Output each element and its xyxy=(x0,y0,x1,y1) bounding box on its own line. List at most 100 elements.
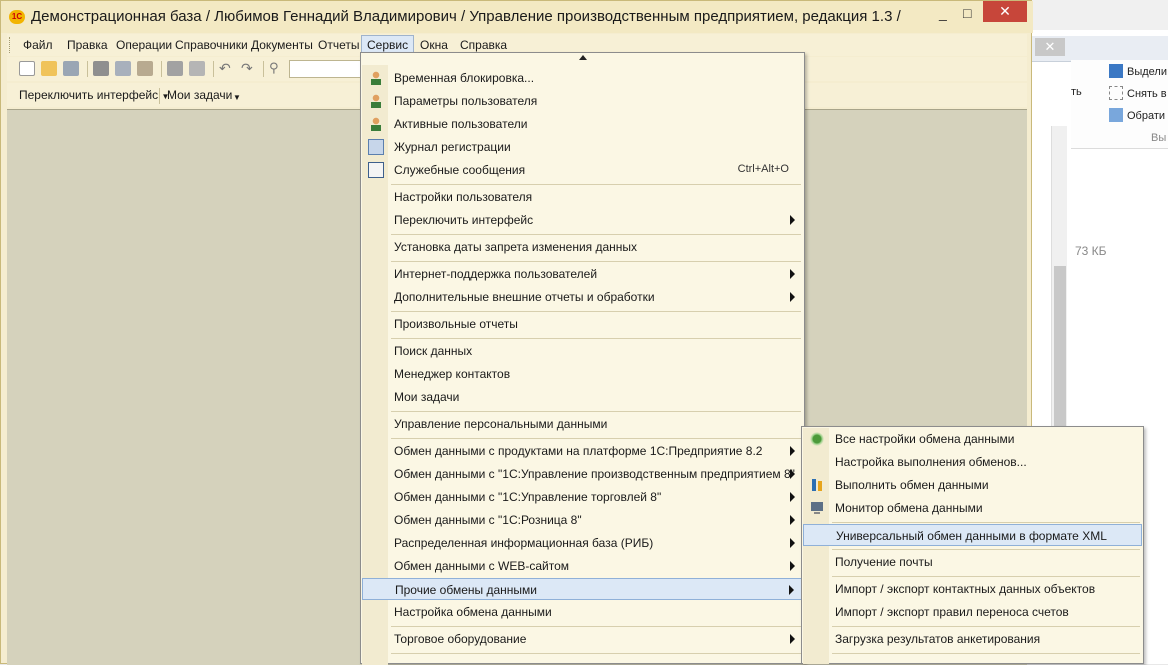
menu-item-custom-reports[interactable]: Произвольные отчеты xyxy=(362,313,803,335)
switch-interface-button[interactable]: Переключить интерфейс ▼ xyxy=(19,88,169,102)
submenu-arrow-icon xyxy=(789,585,794,595)
menu-item-rib[interactable]: Распределенная информационная база (РИБ) xyxy=(362,532,803,554)
menu-item-other-exchanges[interactable]: Прочие обмены данными xyxy=(362,578,803,600)
menu-item-user-settings[interactable]: Настройки пользователя xyxy=(362,186,803,208)
menu-item-exchange-web[interactable]: Обмен данными с WEB-сайтом xyxy=(362,555,803,577)
menu-catalogs[interactable]: Справочники xyxy=(175,38,248,52)
menu-item-external-reports[interactable]: Дополнительные внешние отчеты и обработк… xyxy=(362,286,803,308)
menu-separator xyxy=(832,626,1140,627)
ribbon-group-label: Вы xyxy=(1151,132,1167,144)
menu-separator xyxy=(391,311,801,312)
menu-separator xyxy=(391,338,801,339)
menu-separator xyxy=(391,626,801,627)
menu-item-my-tasks[interactable]: Мои задачи xyxy=(362,386,803,408)
search-icon[interactable]: ⚲ xyxy=(269,61,285,76)
submenu-item-universal-xml[interactable]: Универсальный обмен данными в формате XM… xyxy=(803,524,1142,546)
menu-help[interactable]: Справка xyxy=(460,38,507,52)
menu-item-personal-data[interactable]: Управление персональными данными xyxy=(362,413,803,435)
menu-item-exchange-setup[interactable]: Настройка обмена данными xyxy=(362,601,803,623)
menu-item-exchange-retail[interactable]: Обмен данными с "1С:Розница 8" xyxy=(362,509,803,531)
submenu-arrow-icon xyxy=(790,215,795,225)
toolbar-separator xyxy=(213,61,214,77)
menu-item-active-users[interactable]: Активные пользователи xyxy=(362,113,803,135)
print-icon[interactable] xyxy=(167,61,183,76)
submenu-item-monitor[interactable]: Монитор обмена данными xyxy=(803,497,1142,519)
save-icon[interactable] xyxy=(63,61,79,76)
ribbon-invert-button[interactable]: Обрати xyxy=(1109,108,1165,122)
menu-separator xyxy=(391,411,801,412)
messages-icon xyxy=(368,162,384,178)
my-tasks-button[interactable]: Мои задачи xyxy=(167,88,232,102)
ribbon-select-button[interactable]: Выдели xyxy=(1109,64,1167,78)
monitor-icon xyxy=(809,500,825,516)
run-exchange-icon xyxy=(809,477,825,493)
cut-icon[interactable] xyxy=(93,61,109,76)
submenu-arrow-icon xyxy=(790,538,795,548)
menu-file[interactable]: Файл xyxy=(23,38,53,52)
shortcut-text: Ctrl+Alt+O xyxy=(737,163,789,175)
scroll-up-arrow-icon[interactable] xyxy=(579,55,587,60)
submenu-item-receive-mail[interactable]: Получение почты xyxy=(803,551,1142,573)
1c-logo-icon: 1С xyxy=(9,10,25,24)
ribbon-partial-label: ть xyxy=(1071,86,1082,98)
ribbon-divider xyxy=(1071,148,1168,149)
menu-item-data-search[interactable]: Поиск данных xyxy=(362,340,803,362)
menu-item-event-log[interactable]: Журнал регистрации xyxy=(362,136,803,158)
menu-item-switch-interface[interactable]: Переключить интерфейс xyxy=(362,209,803,231)
menu-windows[interactable]: Окна xyxy=(420,38,448,52)
submenu-arrow-icon xyxy=(790,292,795,302)
background-ribbon: Выдели Снять в Обрати ть Вы xyxy=(1071,60,1168,148)
submenu-item-contacts-import[interactable]: Импорт / экспорт контактных данных объек… xyxy=(803,578,1142,600)
search-input[interactable] xyxy=(289,60,365,78)
menu-separator xyxy=(391,184,801,185)
submenu-item-survey-load[interactable]: Загрузка результатов анкетирования xyxy=(803,628,1142,650)
menu-item-contact-manager[interactable]: Менеджер контактов xyxy=(362,363,803,385)
paste-icon[interactable] xyxy=(137,61,153,76)
user-params-icon xyxy=(368,93,384,109)
toolbar-separator xyxy=(263,61,264,77)
print-preview-icon[interactable] xyxy=(189,61,205,76)
toolbar-separator xyxy=(161,61,162,77)
menu-separator xyxy=(391,261,801,262)
menu-operations[interactable]: Операции xyxy=(116,38,172,52)
ribbon-deselect-button[interactable]: Снять в xyxy=(1109,86,1167,100)
menu-documents[interactable]: Документы xyxy=(251,38,313,52)
menu-item-date-lock[interactable]: Установка даты запрета изменения данных xyxy=(362,236,803,258)
user-lock-icon xyxy=(368,70,384,86)
close-button[interactable]: ✕ xyxy=(983,1,1027,22)
toolbar-separator xyxy=(87,61,88,77)
menu-item-user-params[interactable]: Параметры пользователя xyxy=(362,90,803,112)
menu-edit[interactable]: Правка xyxy=(67,38,108,52)
submenu-arrow-icon xyxy=(790,469,795,479)
menu-item-temp-lock[interactable]: Временная блокировка... xyxy=(362,67,803,89)
submenu-item-all-settings[interactable]: Все настройки обмена данными xyxy=(803,428,1142,450)
submenu-item-accounts-rules[interactable]: Импорт / экспорт правил переноса счетов xyxy=(803,601,1142,623)
redo-icon[interactable]: ↷ xyxy=(241,61,257,76)
submenu-arrow-icon xyxy=(790,561,795,571)
background-close-icon[interactable]: ✕ xyxy=(1035,38,1065,56)
menu-item-service-messages[interactable]: Служебные сообщения Ctrl+Alt+O xyxy=(362,159,803,181)
exchange-settings-icon xyxy=(809,431,825,447)
menu-item-trade-equipment[interactable]: Торговое оборудование xyxy=(362,628,803,650)
toolbar-separator xyxy=(159,88,160,104)
submenu-arrow-icon xyxy=(790,492,795,502)
menu-item-exchange-ut[interactable]: Обмен данными с "1С:Управление торговлей… xyxy=(362,486,803,508)
submenu-item-exec-settings[interactable]: Настройка выполнения обменов... xyxy=(803,451,1142,473)
menu-reports[interactable]: Отчеты xyxy=(318,38,359,52)
copy-icon[interactable] xyxy=(115,61,131,76)
menubar-grip[interactable] xyxy=(9,37,12,53)
minimize-button[interactable]: _ xyxy=(939,5,947,21)
menu-item-exchange-upp[interactable]: Обмен данными с "1С:Управление производс… xyxy=(362,463,803,485)
new-document-icon[interactable] xyxy=(19,61,35,76)
maximize-button[interactable]: □ xyxy=(963,5,971,21)
menu-separator xyxy=(391,234,801,235)
submenu-arrow-icon xyxy=(790,515,795,525)
undo-icon[interactable]: ↶ xyxy=(219,61,235,76)
submenu-item-run-exchange[interactable]: Выполнить обмен данными xyxy=(803,474,1142,496)
other-exchanges-submenu: Все настройки обмена данными Настройка в… xyxy=(801,426,1144,664)
menu-item-internet-support[interactable]: Интернет-поддержка пользователей xyxy=(362,263,803,285)
chevron-down-icon[interactable]: ▼ xyxy=(233,93,241,102)
open-folder-icon[interactable] xyxy=(41,61,57,76)
log-icon xyxy=(368,139,384,155)
menu-item-exchange-82[interactable]: Обмен данными с продуктами на платформе … xyxy=(362,440,803,462)
